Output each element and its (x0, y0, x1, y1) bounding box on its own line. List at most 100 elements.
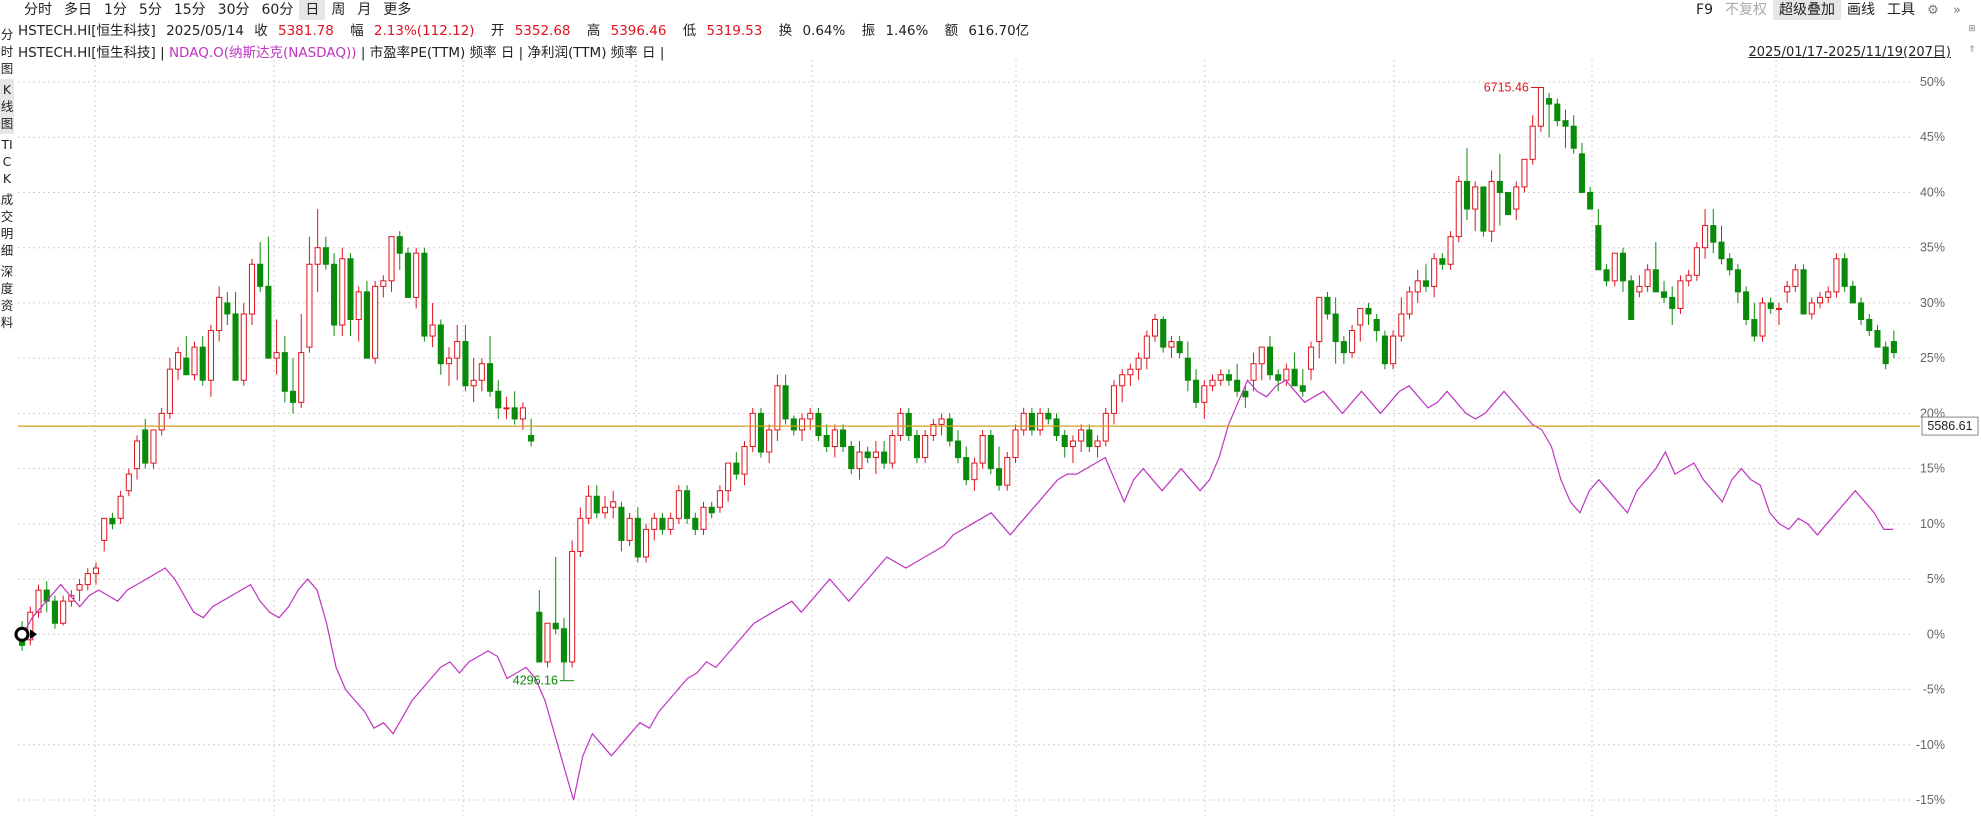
candle-body (971, 462, 978, 481)
period-tab-8[interactable]: 周 (325, 0, 351, 20)
candle-body (922, 434, 929, 459)
kline-chart[interactable]: 50%45%40%35%30%25%20%15%10%5%0%-5%-10%-1… (0, 60, 1981, 816)
change-label: 幅 2.13%(112.12) (350, 23, 475, 39)
low-value: 5319.53 (706, 23, 763, 39)
indicator-pe-label[interactable]: 市盈率PE(TTM) 频率 日 (370, 45, 515, 61)
candle-body (1349, 330, 1356, 354)
candle-body (1611, 252, 1618, 282)
candle-body (1234, 379, 1241, 392)
max-price-label: 6715.46 (1484, 81, 1529, 95)
main-series-label[interactable]: HSTECH.HI[恒生科技] (18, 45, 156, 61)
candle-body (495, 390, 502, 409)
period-tab-4[interactable]: 15分 (168, 0, 212, 20)
candle-body (1020, 412, 1027, 431)
candle-body (183, 357, 190, 376)
candle-body (1702, 225, 1709, 249)
period-tab-9[interactable]: 月 (351, 0, 377, 20)
period-tab-3[interactable]: 5分 (133, 0, 168, 20)
candle-body (1078, 429, 1085, 442)
candle-body (1266, 346, 1274, 376)
candle-body (626, 517, 633, 541)
candle-body (1119, 374, 1126, 387)
candle-body (560, 628, 567, 663)
candle-body (1866, 318, 1873, 332)
candle-body (872, 451, 879, 459)
candle-body (1094, 440, 1101, 448)
candle-body (1439, 258, 1446, 265)
y-tick-label: 35% (1920, 241, 1945, 255)
expand-up-icon[interactable]: ⇑ (1965, 43, 1979, 57)
candle-body (528, 434, 535, 442)
candle-body (519, 407, 526, 420)
candle-body (470, 379, 477, 387)
candle-body (413, 252, 420, 298)
tool-2[interactable]: 超级叠加 (1773, 0, 1841, 20)
candle-body (347, 258, 354, 320)
candle-body (478, 363, 485, 381)
candle-body (774, 385, 781, 431)
quote-summary: HSTECH.HI[恒生科技] 2025/05/14 收 5381.78 幅 2… (18, 21, 1041, 41)
y-tick-label: 25% (1920, 351, 1945, 365)
candle-body (651, 517, 658, 530)
candle-body (1045, 412, 1052, 420)
period-tab-0[interactable]: 分时 (18, 0, 58, 20)
period-tab-1[interactable]: 多日 (58, 0, 98, 20)
amount-label: 额 616.70亿 (944, 23, 1030, 39)
candle-body (1833, 258, 1840, 293)
compare-series-label[interactable]: NDAQ.O(纳斯达克(NASDAQ)) (169, 45, 357, 61)
candle-body (257, 263, 264, 287)
candle-body (749, 412, 756, 448)
candle-body (117, 495, 124, 519)
candle-body (913, 434, 920, 459)
candle-body (1595, 225, 1602, 271)
candle-body (1028, 412, 1035, 431)
candle-body (790, 418, 797, 431)
candle-body (634, 517, 641, 558)
y-tick-label: 0% (1927, 627, 1945, 641)
candle-body (133, 440, 141, 470)
candle-body (815, 412, 822, 436)
candle-body (1037, 412, 1044, 431)
open-label: 开 5352.68 (490, 23, 571, 39)
candle-body (1710, 225, 1717, 243)
start-point-icon (14, 626, 30, 642)
tool-3[interactable]: 画线 (1841, 0, 1881, 20)
candle-body (725, 462, 732, 492)
candle-body (1562, 120, 1569, 127)
period-tab-5[interactable]: 30分 (212, 0, 256, 20)
candle-body (675, 490, 682, 519)
candle-body (101, 517, 108, 541)
period-tab-6[interactable]: 60分 (256, 0, 300, 20)
candle-body (593, 495, 600, 514)
tool-0[interactable]: F9 (1690, 0, 1719, 20)
y-tick-label: -15% (1916, 793, 1945, 807)
y-tick-label: -10% (1916, 738, 1945, 752)
candle-body (1332, 313, 1339, 343)
period-tab-2[interactable]: 1分 (98, 0, 133, 20)
close-label: 收 5381.78 (254, 23, 334, 39)
candle-body (1472, 186, 1479, 210)
period-tab-10[interactable]: 更多 (377, 0, 417, 20)
period-tab-7[interactable]: 日 (299, 0, 326, 20)
candle-body (987, 434, 994, 470)
resize-icon[interactable]: ⊞ (1965, 22, 1979, 36)
candle-body (757, 412, 765, 453)
candle-body (848, 446, 855, 470)
candle-body (889, 434, 896, 464)
tool-1[interactable]: 不复权 (1719, 0, 1773, 20)
candle-body (642, 528, 650, 558)
tool-4[interactable]: 工具 (1881, 0, 1921, 20)
indicator-profit-label[interactable]: 净利润(TTM) 频率 日 (528, 45, 656, 61)
candle-body (1677, 280, 1684, 309)
candle-body (823, 434, 830, 448)
candle-body (1808, 302, 1815, 315)
candle-body (1825, 291, 1832, 298)
candle-body (404, 252, 412, 298)
candle-body (1390, 335, 1397, 365)
candle-body (1250, 363, 1257, 381)
settings-gear-icon[interactable]: ⚙ (1925, 2, 1941, 18)
expand-chevrons-icon[interactable]: » (1949, 2, 1965, 18)
candle-body (1447, 236, 1454, 265)
amplitude-value: 1.46% (885, 23, 929, 39)
candle-body (437, 324, 444, 365)
